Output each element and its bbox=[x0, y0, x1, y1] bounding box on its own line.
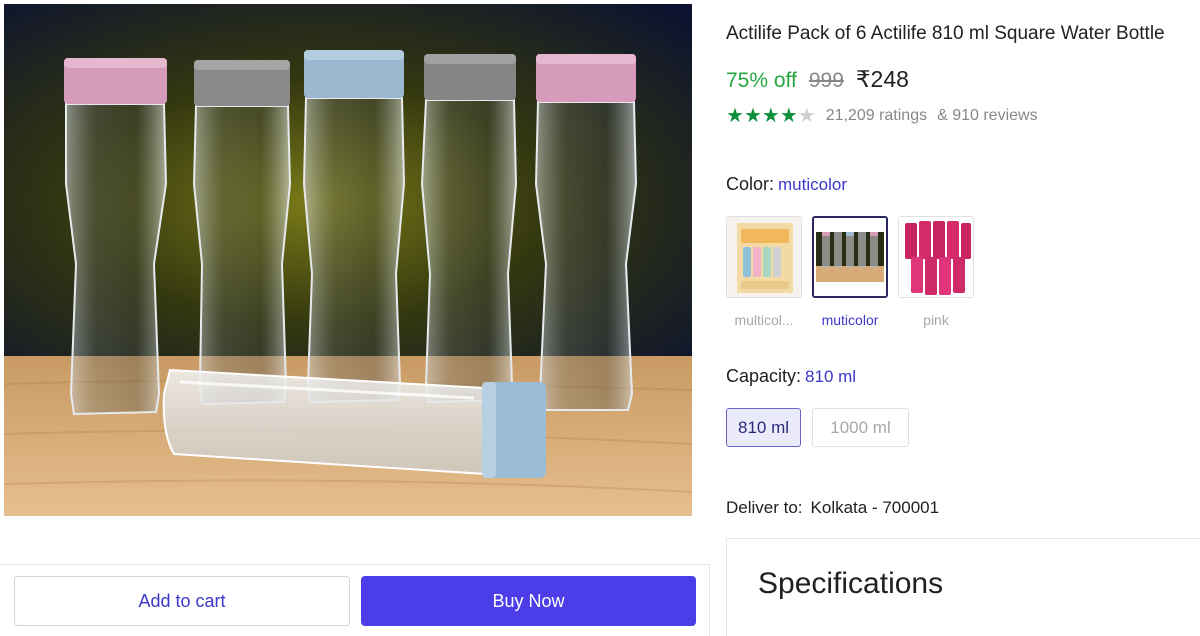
color-option-label: pink bbox=[923, 312, 949, 328]
capacity-label-row: Capacity: 810 ml bbox=[726, 366, 856, 387]
star-icon: ★ bbox=[743, 105, 762, 127]
original-price: 999 bbox=[808, 69, 844, 92]
ratings-count[interactable]: 21,209 ratings bbox=[826, 107, 927, 125]
delivery-row[interactable]: Deliver to: Kolkata - 700001 bbox=[726, 498, 939, 518]
color-swatch-multicolor-pack[interactable] bbox=[726, 216, 802, 298]
star-empty-icon: ★ bbox=[797, 105, 816, 127]
product-title: Actilife Pack of 6 Actilife 810 ml Squar… bbox=[726, 23, 1165, 44]
bottles-photo-thumbnail-icon bbox=[814, 218, 886, 296]
action-bar: Add to cart Buy Now bbox=[0, 564, 710, 636]
specifications-section[interactable]: Specifications bbox=[726, 538, 1200, 636]
price-row: 75% off 999 ₹248 bbox=[726, 66, 909, 93]
pack-box-thumbnail-icon bbox=[727, 217, 801, 297]
capacity-label: Capacity: bbox=[726, 366, 802, 386]
color-swatch-muticolor[interactable] bbox=[812, 216, 888, 298]
product-image[interactable] bbox=[4, 4, 692, 516]
buy-now-button[interactable]: Buy Now bbox=[361, 576, 696, 626]
color-selected-value: muticolor bbox=[778, 175, 847, 194]
color-swatch-pink[interactable] bbox=[898, 216, 974, 298]
capacity-option-1000ml[interactable]: 1000 ml bbox=[812, 408, 909, 447]
specifications-title: Specifications bbox=[758, 567, 944, 600]
star-rating: ★ ★ ★ ★ ★ bbox=[726, 106, 816, 126]
star-icon: ★ bbox=[779, 105, 798, 127]
color-label-row: Color: muticolor bbox=[726, 174, 847, 195]
product-details: Actilife Pack of 6 Actilife 810 ml Squar… bbox=[726, 0, 1200, 636]
rating-row: ★ ★ ★ ★ ★ 21,209 ratings & 910 reviews bbox=[726, 106, 1038, 126]
capacity-option-810ml[interactable]: 810 ml bbox=[726, 408, 801, 447]
color-label: Color: bbox=[726, 174, 775, 194]
color-option-label: multicol... bbox=[734, 312, 794, 328]
add-to-cart-button[interactable]: Add to cart bbox=[14, 576, 350, 626]
capacity-selected-value: 810 ml bbox=[805, 367, 857, 386]
discount-badge: 75% off bbox=[726, 69, 797, 92]
reviews-count[interactable]: & 910 reviews bbox=[937, 107, 1038, 125]
selling-price: ₹248 bbox=[855, 66, 909, 92]
pink-bottles-thumbnail-icon bbox=[899, 217, 973, 297]
deliver-to-label: Deliver to: bbox=[726, 498, 803, 517]
delivery-location[interactable]: Kolkata - 700001 bbox=[811, 498, 940, 517]
star-icon: ★ bbox=[761, 105, 780, 127]
color-option-label: muticolor bbox=[821, 312, 879, 328]
star-icon: ★ bbox=[726, 105, 744, 127]
